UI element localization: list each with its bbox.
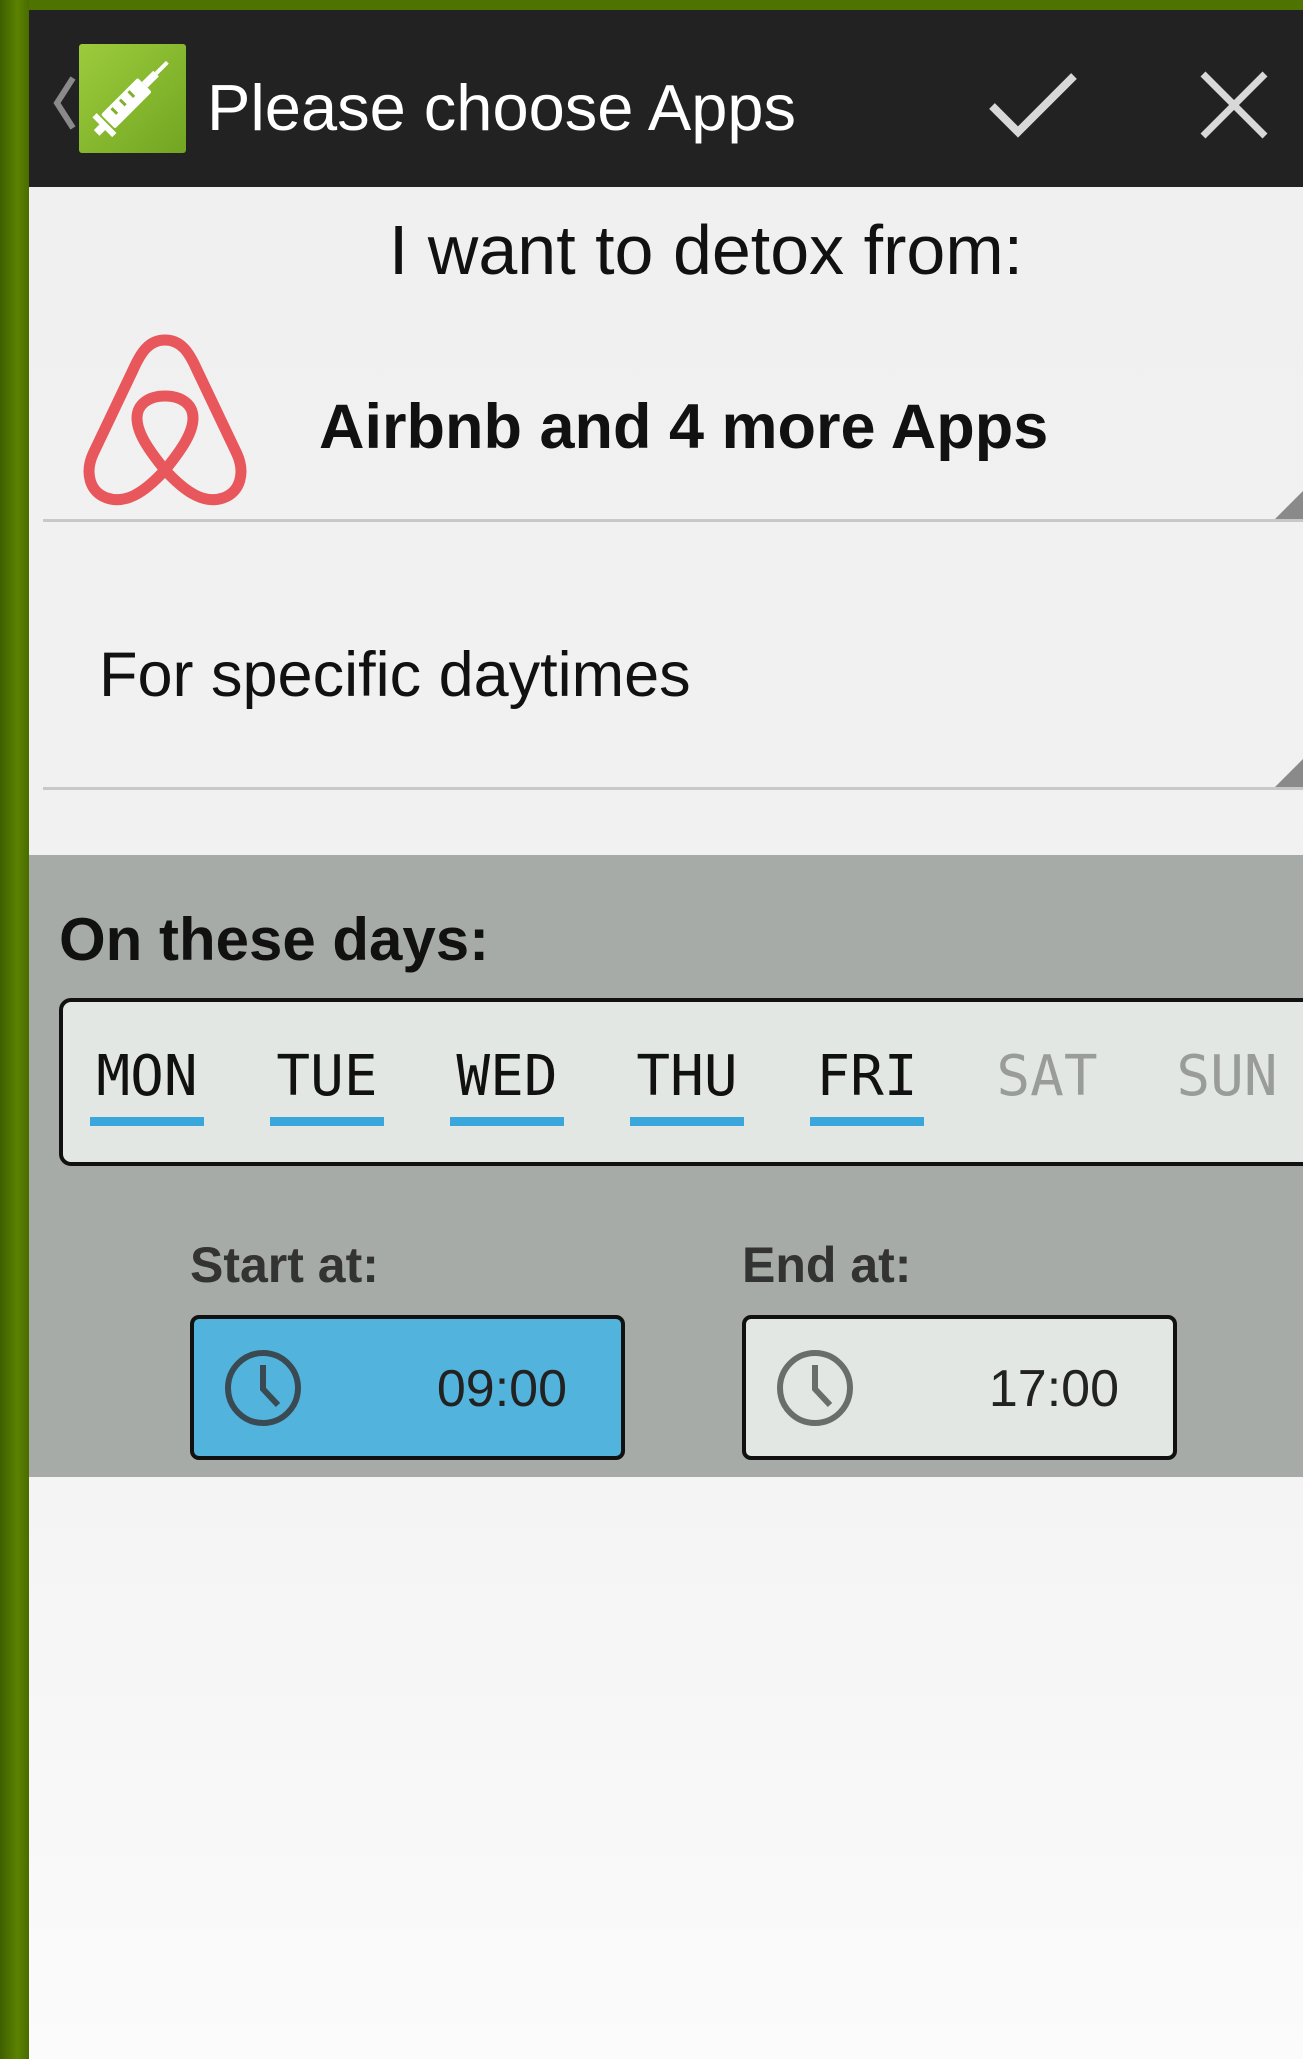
day-toggle-sun[interactable]: SUN (1167, 1042, 1287, 1122)
days-heading: On these days: (59, 906, 490, 973)
schedule-panel: On these days: MON TUE WED THU FRI SAT S… (29, 855, 1303, 1477)
mode-label: For specific daytimes (99, 640, 691, 710)
day-label: FRI (816, 1044, 918, 1109)
airbnb-logo (83, 334, 247, 506)
device-frame-left (0, 0, 29, 2059)
day-toggle-thu[interactable]: THU (627, 1042, 747, 1126)
detox-heading: I want to detox from: (388, 211, 1024, 289)
day-label: SAT (996, 1044, 1098, 1109)
selected-indicator (630, 1117, 744, 1126)
clock-icon (225, 1350, 301, 1426)
day-toggle-wed[interactable]: WED (447, 1042, 567, 1126)
action-bar: Please choose Apps (29, 10, 1303, 187)
selected-indicator (90, 1117, 204, 1126)
syringe-icon[interactable] (79, 44, 186, 153)
start-time-button[interactable]: 09:00 (190, 1315, 625, 1460)
end-time-button[interactable]: 17:00 (742, 1315, 1177, 1460)
selected-indicator (450, 1117, 564, 1126)
close-icon (1200, 71, 1268, 139)
day-label: THU (636, 1044, 738, 1109)
dialog-screen: Please choose Apps I want to detox from:… (29, 10, 1303, 2059)
start-time-label: Start at: (190, 1237, 379, 1293)
selected-apps-label: Airbnb and 4 more Apps (319, 392, 1049, 462)
back-caret-icon[interactable] (43, 68, 83, 138)
cancel-button[interactable] (1174, 50, 1294, 160)
end-time-value: 17:00 (988, 1360, 1119, 1418)
day-selector: MON TUE WED THU FRI SAT SUN (59, 998, 1303, 1166)
divider (43, 519, 1303, 522)
action-bar-title: Please choose Apps (207, 71, 797, 144)
spinner-arrow-icon (1275, 491, 1303, 519)
day-toggle-fri[interactable]: FRI (807, 1042, 927, 1126)
day-label: WED (456, 1044, 558, 1109)
end-time-label: End at: (742, 1237, 912, 1293)
start-time-value: 09:00 (436, 1360, 567, 1418)
device-frame-top (0, 0, 1303, 10)
selected-indicator (270, 1117, 384, 1126)
selected-indicator (810, 1117, 924, 1126)
day-label: MON (96, 1044, 198, 1109)
mode-selector-spinner[interactable]: For specific daytimes (43, 540, 1303, 790)
day-toggle-sat[interactable]: SAT (987, 1042, 1107, 1122)
day-toggle-mon[interactable]: MON (87, 1042, 207, 1126)
day-label: SUN (1176, 1044, 1278, 1109)
app-selector-spinner[interactable]: Airbnb and 4 more Apps (43, 310, 1303, 522)
spinner-arrow-icon (1275, 759, 1303, 787)
divider (43, 787, 1303, 790)
day-label: TUE (276, 1044, 378, 1109)
confirm-button[interactable] (973, 50, 1093, 160)
clock-icon (777, 1350, 853, 1426)
day-toggle-tue[interactable]: TUE (267, 1042, 387, 1126)
checkmark-icon (989, 73, 1077, 138)
